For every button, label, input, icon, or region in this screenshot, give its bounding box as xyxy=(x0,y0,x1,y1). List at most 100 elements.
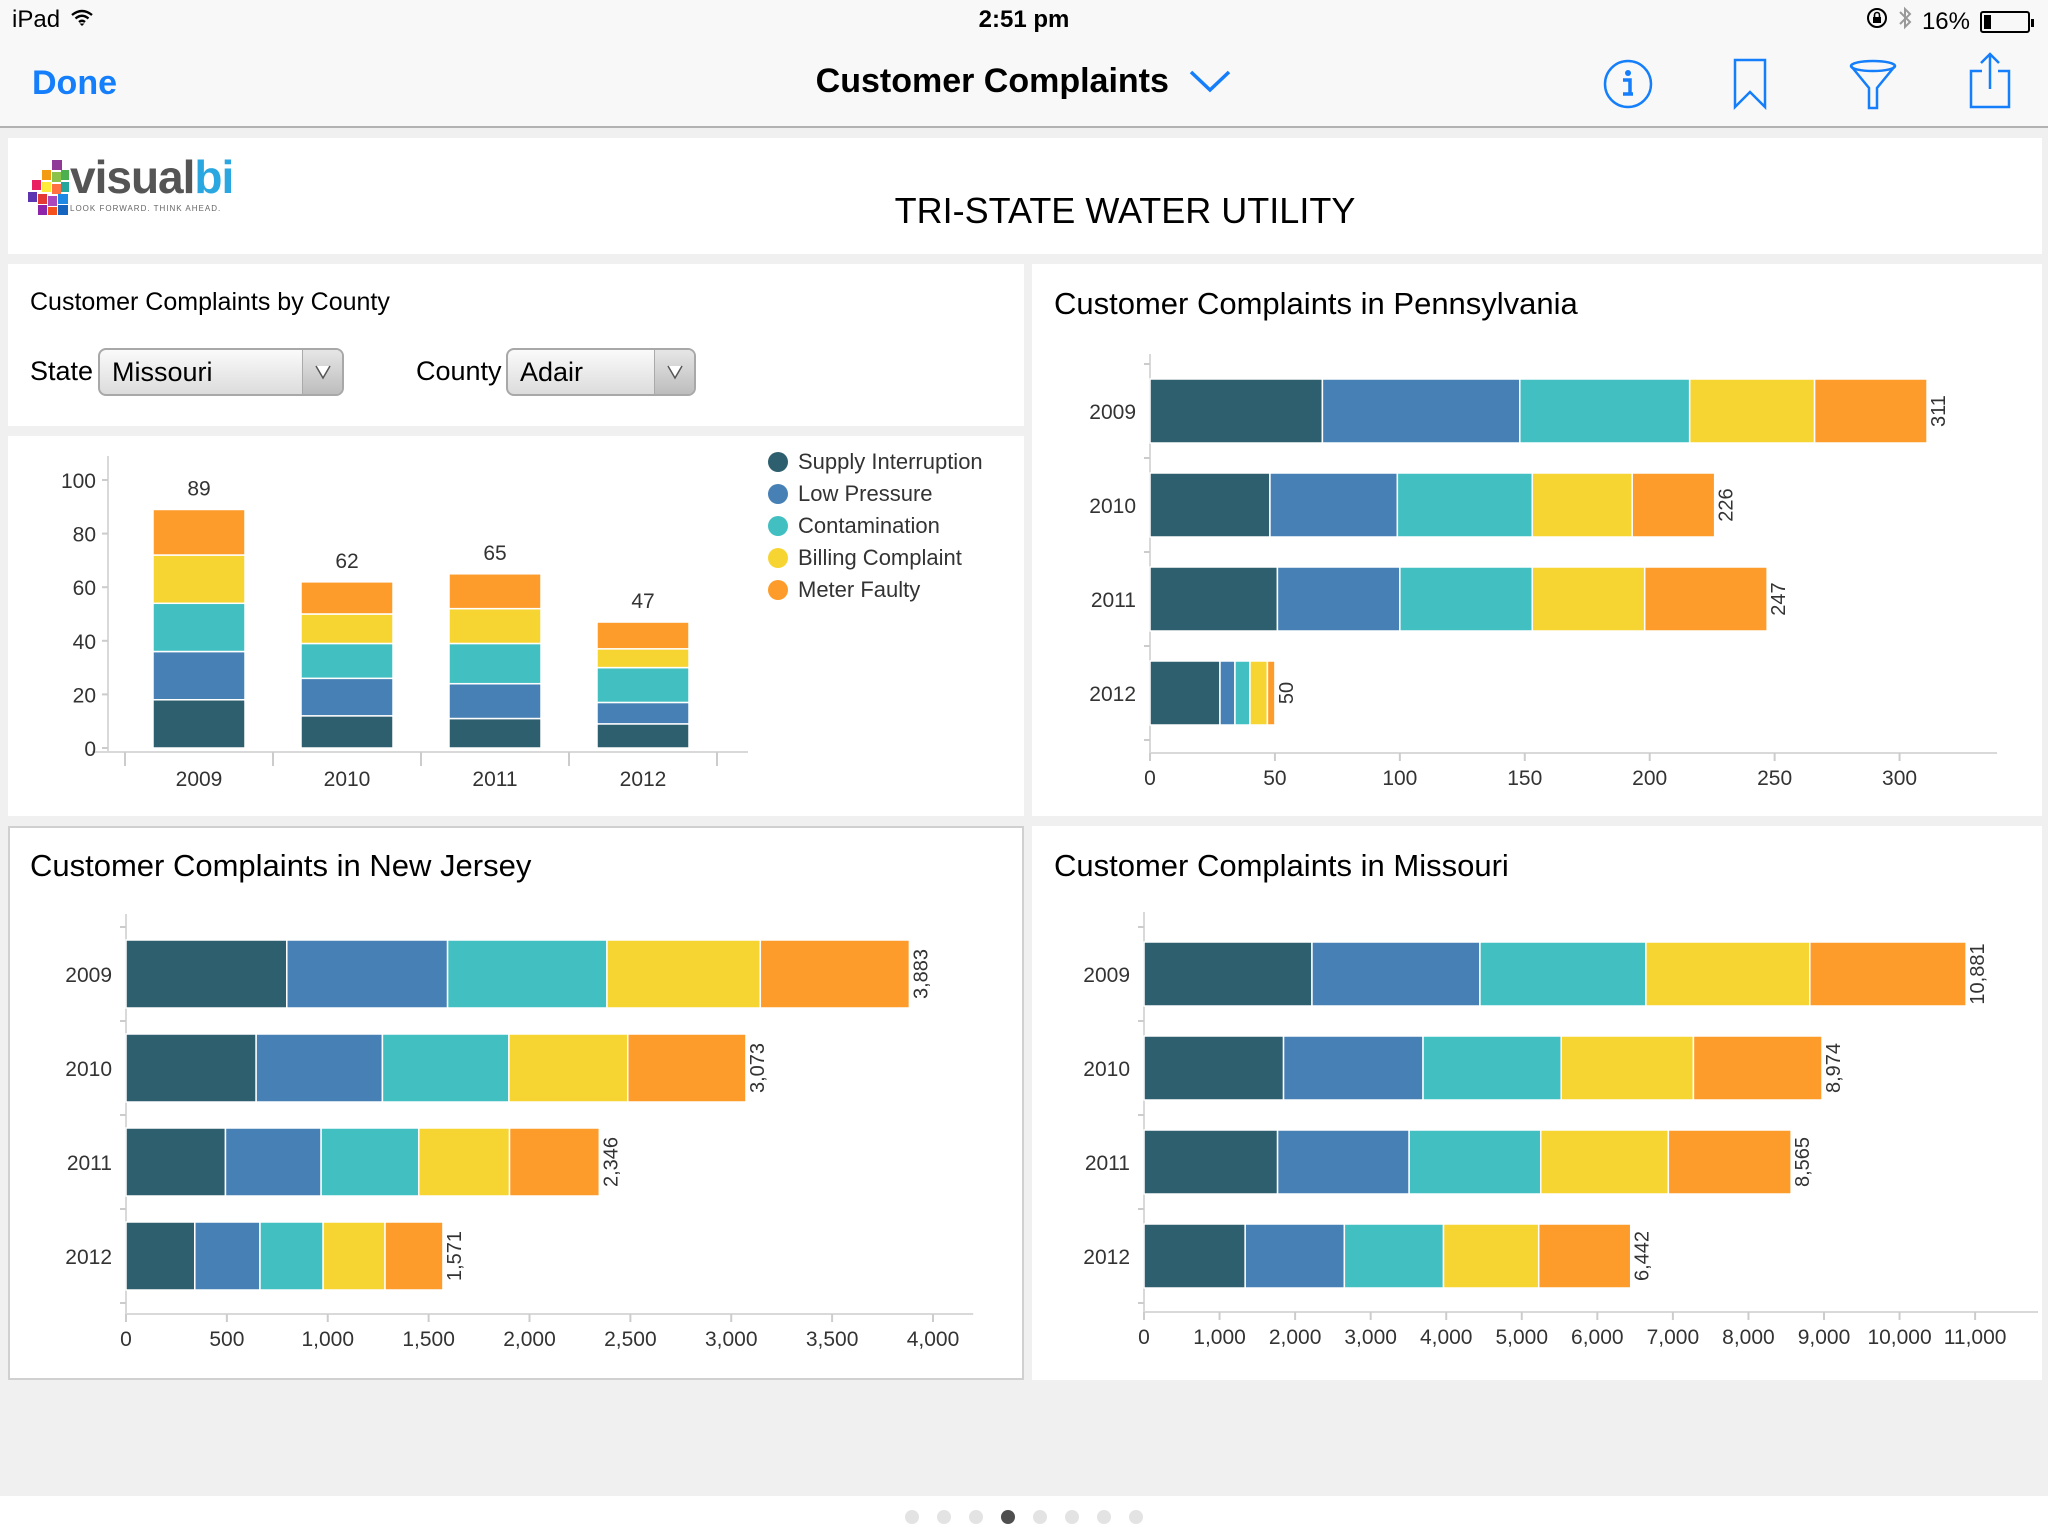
bar-segment[interactable] xyxy=(1282,1035,1424,1101)
page-dot[interactable] xyxy=(1065,1510,1079,1524)
bar-segment[interactable] xyxy=(1143,1223,1246,1289)
bar-segment[interactable] xyxy=(125,1033,257,1103)
bar-segment[interactable] xyxy=(448,717,542,749)
bar-segment[interactable] xyxy=(1143,1129,1279,1195)
bar-segment[interactable] xyxy=(1149,378,1324,444)
bar-segment[interactable] xyxy=(194,1221,261,1291)
bar-segment[interactable] xyxy=(1442,1223,1540,1289)
bar-segment[interactable] xyxy=(448,607,542,645)
bar-segment[interactable] xyxy=(286,939,449,1009)
filter-button[interactable] xyxy=(1843,56,1903,116)
bar-segment[interactable] xyxy=(1560,1035,1695,1101)
bar-segment[interactable] xyxy=(255,1033,384,1103)
bar-segment[interactable] xyxy=(596,648,690,669)
bar-segment[interactable] xyxy=(300,613,394,645)
bar-segment[interactable] xyxy=(1311,941,1481,1007)
county-dropdown[interactable]: Adair xyxy=(506,348,696,396)
bar-segment[interactable] xyxy=(300,581,394,615)
bar-segment[interactable] xyxy=(1234,660,1251,726)
bar-segment[interactable] xyxy=(320,1127,420,1197)
bar-segment[interactable] xyxy=(606,939,762,1009)
bar-segment[interactable] xyxy=(1422,1035,1562,1101)
page-dot[interactable] xyxy=(1129,1510,1143,1524)
bar-segment[interactable] xyxy=(300,642,394,680)
bar-segment[interactable] xyxy=(300,715,394,749)
bar-segment[interactable] xyxy=(1643,566,1768,632)
bar-segment[interactable] xyxy=(448,573,542,610)
bar-segment[interactable] xyxy=(125,1127,227,1197)
info-button[interactable] xyxy=(1598,56,1658,116)
bar-segment[interactable] xyxy=(1249,660,1269,726)
bar-segment[interactable] xyxy=(1143,1035,1285,1101)
bar-segment[interactable] xyxy=(1813,378,1928,444)
page-dot[interactable] xyxy=(1001,1510,1015,1524)
bar-segment[interactable] xyxy=(1321,378,1521,444)
page-dot[interactable] xyxy=(937,1510,951,1524)
bar-segment[interactable] xyxy=(1539,1129,1670,1195)
bar-segment[interactable] xyxy=(596,701,690,725)
bar-segment[interactable] xyxy=(1266,660,1276,726)
bar-segment[interactable] xyxy=(1149,566,1279,632)
bar-segment[interactable] xyxy=(1667,1129,1792,1195)
bar-segment[interactable] xyxy=(152,554,246,605)
page-dot[interactable] xyxy=(905,1510,919,1524)
bar-segment[interactable] xyxy=(1537,1223,1632,1289)
bar-segment[interactable] xyxy=(1149,660,1221,726)
bar-segment[interactable] xyxy=(1519,378,1691,444)
page-dot[interactable] xyxy=(1033,1510,1047,1524)
share-button[interactable] xyxy=(1960,51,2020,112)
bar-segment[interactable] xyxy=(1531,566,1646,632)
x-tick-label: 50 xyxy=(1263,767,1286,790)
legend-item[interactable]: Supply Interruption xyxy=(768,446,983,478)
bar-segment[interactable] xyxy=(1143,941,1313,1007)
bar-segment[interactable] xyxy=(448,682,542,720)
state-dropdown[interactable]: Missouri xyxy=(98,348,344,396)
legend-item[interactable]: Billing Complaint xyxy=(768,542,983,574)
bar-segment[interactable] xyxy=(152,699,246,749)
bar-segment[interactable] xyxy=(152,508,246,556)
bar-segment[interactable] xyxy=(1688,378,1816,444)
page-dot[interactable] xyxy=(1097,1510,1111,1524)
bar-segment[interactable] xyxy=(1399,566,1534,632)
bar-segment[interactable] xyxy=(1269,472,1399,538)
bookmark-button[interactable] xyxy=(1720,56,1780,116)
bar-segment[interactable] xyxy=(1531,472,1633,538)
bar-segment[interactable] xyxy=(152,650,246,701)
bar-segment[interactable] xyxy=(1396,472,1534,538)
bar-segment[interactable] xyxy=(1692,1035,1823,1101)
bar-segment[interactable] xyxy=(759,939,911,1009)
bar-segment[interactable] xyxy=(322,1221,386,1291)
bar-segment[interactable] xyxy=(384,1221,444,1291)
bar-segment[interactable] xyxy=(1244,1223,1346,1289)
legend-item[interactable]: Meter Faulty xyxy=(768,574,983,606)
bar-segment[interactable] xyxy=(381,1033,510,1103)
bar-segment[interactable] xyxy=(446,939,608,1009)
bar-segment[interactable] xyxy=(152,602,246,653)
bar-segment[interactable] xyxy=(508,1033,629,1103)
bar-segment[interactable] xyxy=(417,1127,511,1197)
bar-segment[interactable] xyxy=(596,723,690,749)
bar-segment[interactable] xyxy=(1276,1129,1410,1195)
bar-segment[interactable] xyxy=(1149,472,1271,538)
legend-item[interactable]: Low Pressure xyxy=(768,478,983,510)
bar-segment[interactable] xyxy=(596,621,690,650)
page-dot[interactable] xyxy=(969,1510,983,1524)
bar-segment[interactable] xyxy=(125,939,288,1009)
bar-segment[interactable] xyxy=(508,1127,601,1197)
bar-segment[interactable] xyxy=(448,642,542,685)
bar-segment[interactable] xyxy=(1479,941,1647,1007)
bar-segment[interactable] xyxy=(1645,941,1811,1007)
bar-segment[interactable] xyxy=(626,1033,747,1103)
bar-segment[interactable] xyxy=(259,1221,324,1291)
bar-segment[interactable] xyxy=(1408,1129,1542,1195)
bar-segment[interactable] xyxy=(1343,1223,1445,1289)
bar-segment[interactable] xyxy=(1219,660,1236,726)
bar-segment[interactable] xyxy=(300,677,394,717)
bar-segment[interactable] xyxy=(1631,472,1716,538)
bar-segment[interactable] xyxy=(1276,566,1401,632)
bar-segment[interactable] xyxy=(125,1221,196,1291)
legend-item[interactable]: Contamination xyxy=(768,510,983,542)
bar-segment[interactable] xyxy=(1809,941,1967,1007)
bar-segment[interactable] xyxy=(596,666,690,704)
bar-segment[interactable] xyxy=(224,1127,322,1197)
